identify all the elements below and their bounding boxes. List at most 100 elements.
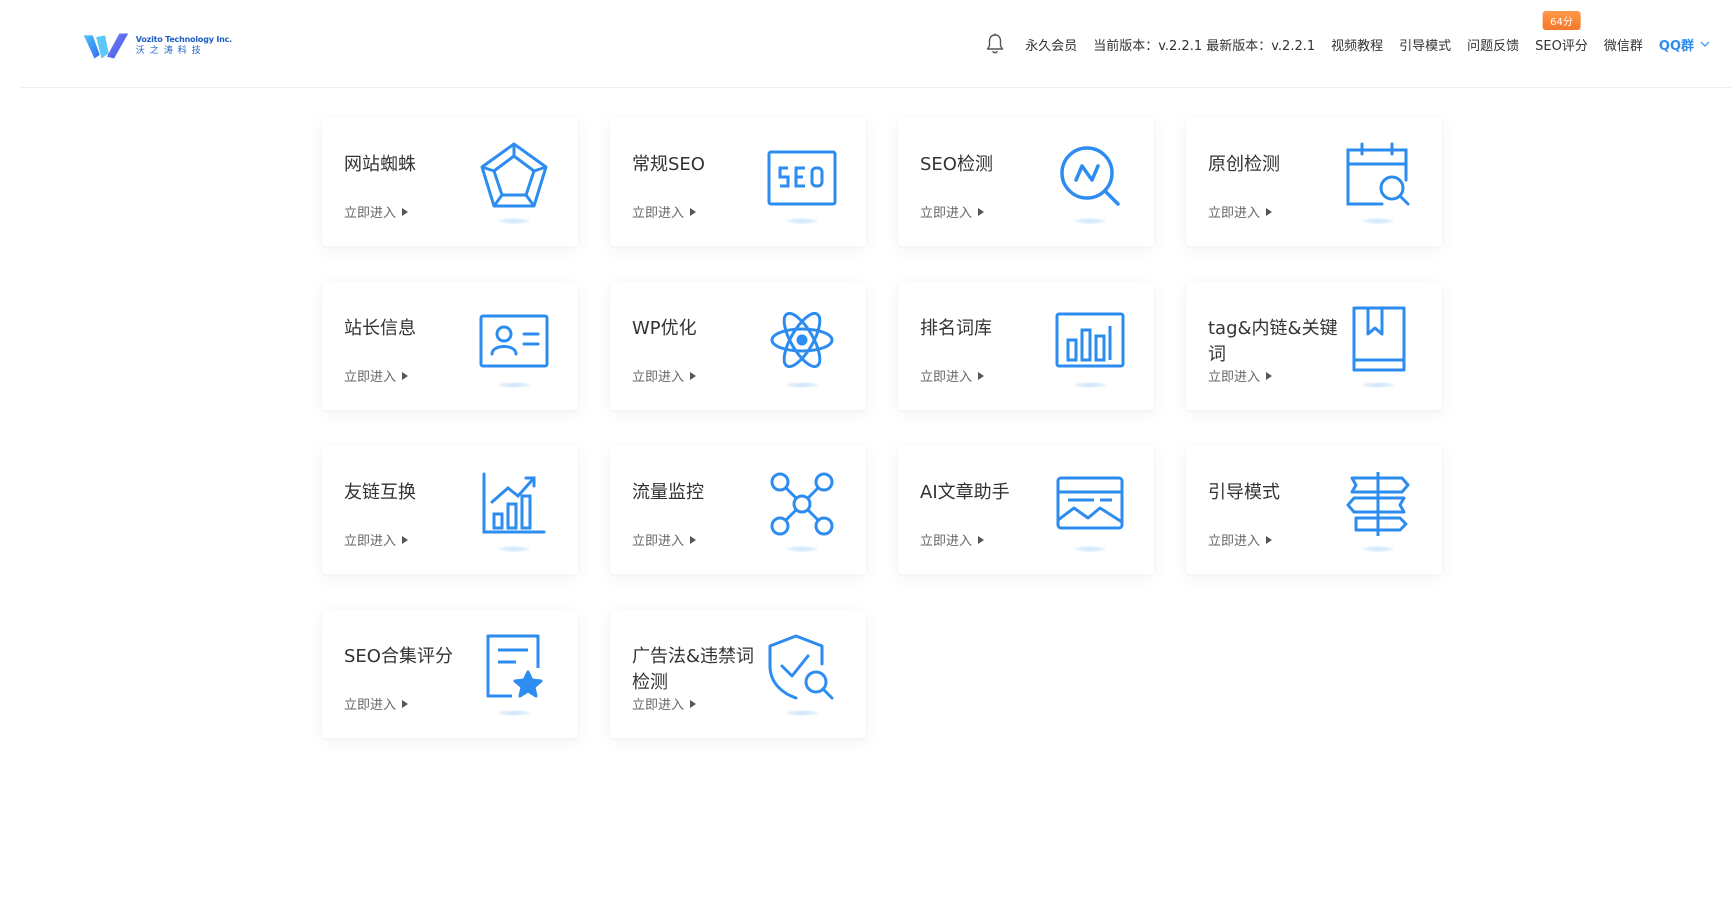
card-title: 常规SEO xyxy=(632,154,705,175)
nav-guide-mode[interactable]: 引导模式 xyxy=(1399,35,1451,54)
bell-icon[interactable] xyxy=(985,33,1005,55)
tool-card-guide-mode[interactable]: 引导模式 立即进入 xyxy=(1186,446,1442,574)
card-title: AI文章助手 xyxy=(920,482,1010,503)
top-header: Vozito Technology Inc. 沃之涛科技 永久会员 当前版本：v… xyxy=(20,0,1732,88)
card-title: 网站蜘蛛 xyxy=(344,154,416,175)
nav-feedback[interactable]: 问题反馈 xyxy=(1467,35,1519,54)
card-title: 友链互换 xyxy=(344,482,416,503)
card-enter-link[interactable]: 立即进入 xyxy=(1208,530,1273,549)
caret-right-icon xyxy=(978,207,985,216)
caret-right-icon xyxy=(1266,207,1273,216)
tool-grid: 网站蜘蛛 立即进入 常规SEO 立即进入 SEO检测 立即进入 原创检测 立即进… xyxy=(322,118,1452,738)
signpost-icon xyxy=(1342,468,1414,540)
card-title: tag&内链&关键词 xyxy=(1208,318,1338,365)
tool-card-seo-check[interactable]: SEO检测 立即进入 xyxy=(898,118,1154,246)
pentagon-radar-icon xyxy=(478,140,550,212)
card-enter-link[interactable]: 立即进入 xyxy=(344,366,409,385)
card-enter-link[interactable]: 立即进入 xyxy=(920,530,985,549)
icon-shadow xyxy=(786,218,818,224)
tool-card-regular-seo[interactable]: 常规SEO 立即进入 xyxy=(610,118,866,246)
tool-card-tag-links[interactable]: tag&内链&关键词 立即进入 xyxy=(1186,282,1442,410)
seo-box-icon xyxy=(766,140,838,212)
card-enter-link[interactable]: 立即进入 xyxy=(920,366,985,385)
card-enter-link[interactable]: 立即进入 xyxy=(344,530,409,549)
tool-card-link-exchange[interactable]: 友链互换 立即进入 xyxy=(322,446,578,574)
atom-icon xyxy=(766,304,838,376)
logo-mark-icon xyxy=(83,33,129,59)
growth-chart-icon xyxy=(478,468,550,540)
icon-shadow xyxy=(786,710,818,716)
tool-card-webmaster-info[interactable]: 站长信息 立即进入 xyxy=(322,282,578,410)
brand-logo[interactable]: Vozito Technology Inc. 沃之涛科技 xyxy=(82,26,232,66)
id-card-icon xyxy=(478,304,550,376)
caret-right-icon xyxy=(690,207,697,216)
caret-right-icon xyxy=(402,535,409,544)
caret-right-icon xyxy=(1266,371,1273,380)
card-enter-link[interactable]: 立即进入 xyxy=(920,202,985,221)
network-nodes-icon xyxy=(766,468,838,540)
card-enter-link[interactable]: 立即进入 xyxy=(632,366,697,385)
icon-shadow xyxy=(1074,218,1106,224)
calendar-search-icon xyxy=(1342,140,1414,212)
tool-card-seo-collection-score[interactable]: SEO合集评分 立即进入 xyxy=(322,610,578,738)
caret-right-icon xyxy=(402,207,409,216)
nav-version: 当前版本：v.2.2.1 最新版本：v.2.2.1 xyxy=(1093,38,1316,54)
icon-shadow xyxy=(1362,382,1394,388)
card-enter-link[interactable]: 立即进入 xyxy=(1208,202,1273,221)
nav-wechat[interactable]: 微信群 xyxy=(1604,35,1643,54)
card-title: 站长信息 xyxy=(344,318,416,339)
caret-right-icon xyxy=(978,535,985,544)
icon-shadow xyxy=(498,546,530,552)
card-title: SEO合集评分 xyxy=(344,646,453,667)
card-enter-link[interactable]: 立即进入 xyxy=(632,694,697,713)
tool-card-spider[interactable]: 网站蜘蛛 立即进入 xyxy=(322,118,578,246)
nav-qq-label: QQ群 xyxy=(1658,38,1694,54)
icon-shadow xyxy=(498,382,530,388)
caret-right-icon xyxy=(978,371,985,380)
bookmark-book-icon xyxy=(1342,304,1414,376)
card-enter-link[interactable]: 立即进入 xyxy=(344,202,409,221)
card-title: WP优化 xyxy=(632,318,697,339)
shield-search-icon xyxy=(766,632,838,704)
brand-name-en: Vozito Technology Inc. xyxy=(135,35,232,44)
card-enter-link[interactable]: 立即进入 xyxy=(344,694,409,713)
document-star-icon xyxy=(478,632,550,704)
card-title: 流量监控 xyxy=(632,482,704,503)
caret-right-icon xyxy=(402,699,409,708)
caret-right-icon xyxy=(1266,535,1273,544)
nav-tutorial[interactable]: 视频教程 xyxy=(1331,35,1383,54)
seo-score-badge: 64分 xyxy=(1542,10,1581,30)
caret-right-icon xyxy=(690,371,697,380)
nav-seo-score-label: SEO评分 xyxy=(1535,38,1588,54)
nav-membership[interactable]: 永久会员 xyxy=(1025,35,1077,54)
tool-card-ad-law-check[interactable]: 广告法&违禁词检测 立即进入 xyxy=(610,610,866,738)
card-title: 广告法&违禁词检测 xyxy=(632,646,755,693)
card-enter-link[interactable]: 立即进入 xyxy=(1208,366,1273,385)
icon-shadow xyxy=(1074,382,1106,388)
icon-shadow xyxy=(498,710,530,716)
card-title: 原创检测 xyxy=(1208,154,1280,175)
image-article-icon xyxy=(1054,468,1126,540)
caret-right-icon xyxy=(402,371,409,380)
caret-right-icon xyxy=(690,699,697,708)
nav-seo-score[interactable]: 64分 SEO评分 xyxy=(1535,10,1588,54)
icon-shadow xyxy=(1362,218,1394,224)
tool-card-traffic-monitor[interactable]: 流量监控 立即进入 xyxy=(610,446,866,574)
tool-card-ai-article[interactable]: AI文章助手 立即进入 xyxy=(898,446,1154,574)
card-title: SEO检测 xyxy=(920,154,993,175)
tool-card-rank-keywords[interactable]: 排名词库 立即进入 xyxy=(898,282,1154,410)
tool-card-original-check[interactable]: 原创检测 立即进入 xyxy=(1186,118,1442,246)
icon-shadow xyxy=(1362,546,1394,552)
icon-shadow xyxy=(498,218,530,224)
card-enter-link[interactable]: 立即进入 xyxy=(632,202,697,221)
caret-right-icon xyxy=(690,535,697,544)
tool-card-wp-optimize[interactable]: WP优化 立即进入 xyxy=(610,282,866,410)
icon-shadow xyxy=(1074,546,1106,552)
brand-name-cn: 沃之涛科技 xyxy=(135,46,206,56)
nav-qq-dropdown[interactable]: QQ群 xyxy=(1659,35,1710,54)
bar-chart-icon xyxy=(1054,304,1126,376)
card-title: 引导模式 xyxy=(1208,482,1280,503)
card-enter-link[interactable]: 立即进入 xyxy=(632,530,697,549)
icon-shadow xyxy=(786,382,818,388)
card-title: 排名词库 xyxy=(920,318,992,339)
